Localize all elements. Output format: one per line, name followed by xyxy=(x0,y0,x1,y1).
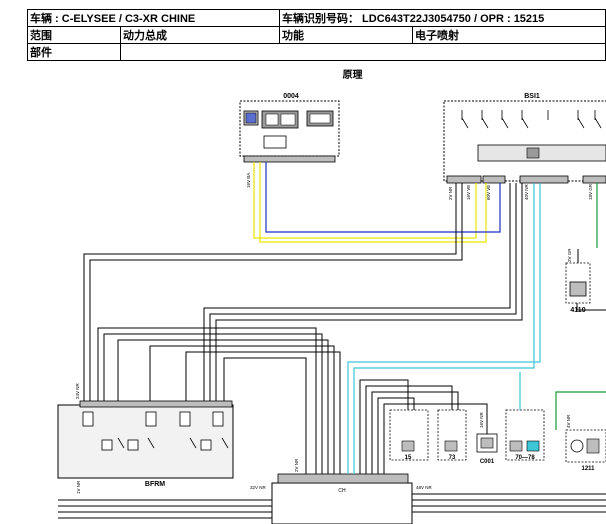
connector-c001: 16V NR xyxy=(479,411,484,428)
label-c001: C001 xyxy=(480,459,495,465)
label-bsi1: BSI1 xyxy=(524,93,540,100)
component-73: 73 xyxy=(437,409,467,461)
connector-4110: 2V GR xyxy=(567,248,572,262)
label-70-78: 70—78 xyxy=(515,455,535,461)
component-1211: 4V NR 1211 xyxy=(565,414,606,472)
label-0004: 0004 xyxy=(283,93,299,100)
component-0004: 0004 16V BA xyxy=(239,93,340,188)
label-ch: CH xyxy=(338,488,346,494)
label-1211: 1211 xyxy=(581,466,595,472)
component-ch: CH 32V NR 48V NR 2V NR xyxy=(250,458,433,524)
label-bfrm: BFRM xyxy=(145,481,165,488)
connector-1211: 4V NR xyxy=(566,414,571,428)
label-15: 15 xyxy=(405,455,412,461)
label-73: 73 xyxy=(449,455,456,461)
connector-0004: 16V BA xyxy=(246,173,251,188)
connector-bsi-b: 16V VE xyxy=(466,185,471,200)
connector-ch-right: 48V NR xyxy=(416,485,433,490)
connector-ch-mid: 2V NR xyxy=(294,458,299,472)
connector-bsi-d: 18V GR xyxy=(588,183,593,200)
connector-ch-left: 32V NR xyxy=(250,485,267,490)
component-bsi1: BSI1 2V NR 16V VE 60V VE 40V NR 18V GR xyxy=(443,93,606,200)
wiring-diagram: 0004 16V BA BSI1 2V NR 16V VE 60V VE 40V… xyxy=(57,93,606,524)
connector-bfrm: 24V NR xyxy=(75,382,80,399)
component-15: 15 xyxy=(389,409,429,461)
connector-bsi-c: 40V NR xyxy=(524,183,529,200)
connector-bsi-e: 60V VE xyxy=(486,185,491,200)
connector-bsi-a: 2V NR xyxy=(448,186,453,200)
component-70-78: 70—78 xyxy=(505,409,545,461)
connector-bfrm-bottom: 1V NR xyxy=(76,480,81,494)
